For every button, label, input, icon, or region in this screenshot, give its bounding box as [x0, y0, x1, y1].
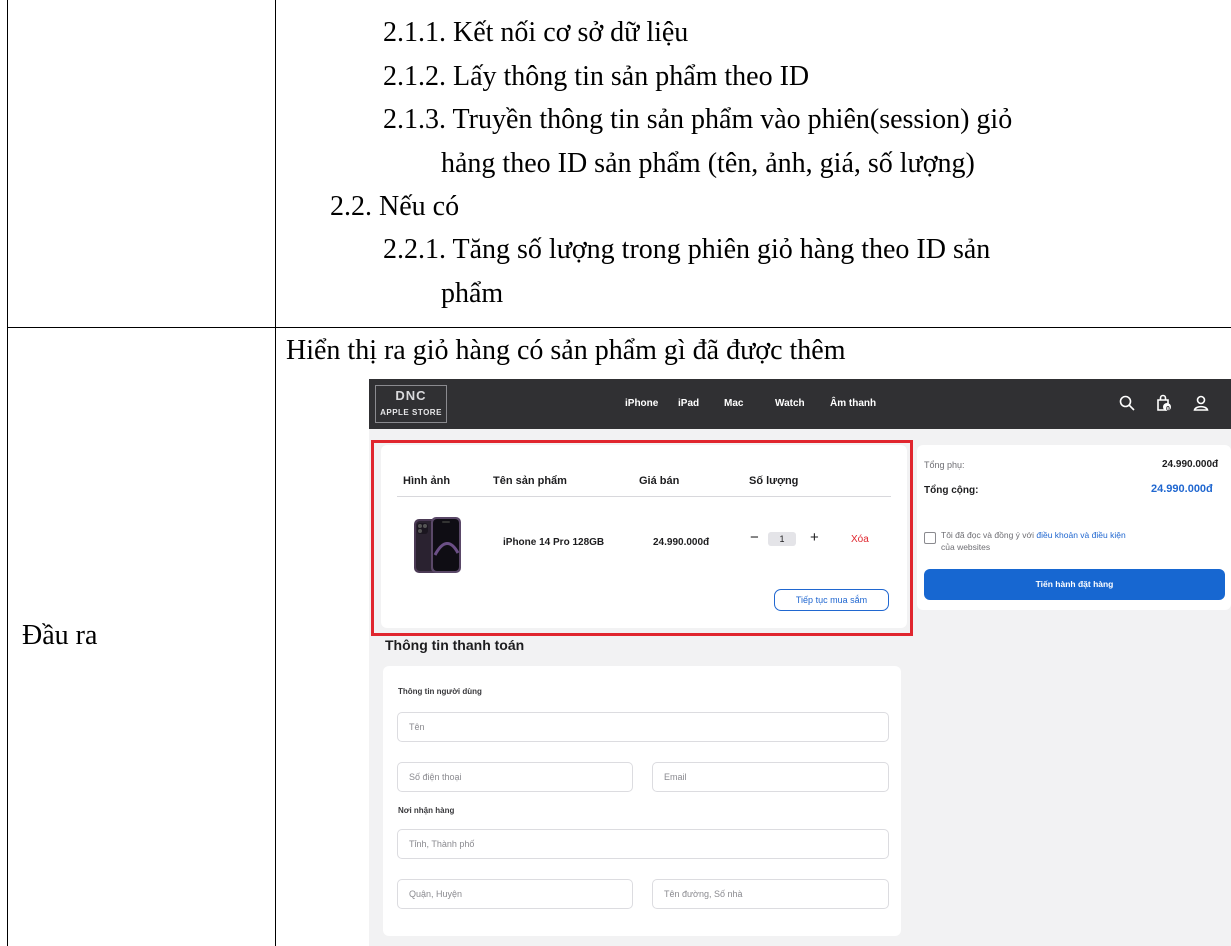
terms-prefix: Tôi đã đọc và đồng ý với [941, 530, 1037, 540]
product-image [414, 517, 461, 573]
outline-line-6: 2.2.1. Tăng số lượng trong phiên giỏ hàn… [383, 234, 991, 265]
city-field[interactable]: Tỉnh, Thành phố [397, 829, 889, 859]
street-field[interactable]: Tên đường, Số nhà [652, 879, 889, 909]
subtotal-value: 24.990.000đ [1162, 459, 1219, 470]
quantity-input[interactable]: 1 [768, 532, 796, 546]
total-value: 24.990.000đ [1151, 483, 1213, 495]
outline-line-2: 2.1.2. Lấy thông tin sản phẩm theo ID [383, 61, 810, 92]
email-field[interactable]: Email [652, 762, 889, 792]
output-description: Hiển thị ra giỏ hàng có sản phẩm gì đã đ… [286, 335, 846, 366]
nav-item-ipad[interactable]: iPad [678, 398, 699, 409]
top-navigation-bar: DNC APPLE STORE iPhone iPad Mac Watch Âm… [369, 379, 1231, 429]
delivery-address-label: Nơi nhận hàng [398, 806, 455, 815]
nav-item-mac[interactable]: Mac [724, 398, 743, 409]
nav-item-audio[interactable]: Âm thanh [830, 398, 876, 409]
search-icon[interactable] [1118, 394, 1136, 412]
cart-count-badge: 0 [1166, 406, 1170, 413]
product-name[interactable]: iPhone 14 Pro 128GB [503, 537, 604, 548]
table-border-left [7, 0, 8, 946]
continue-shopping-button[interactable]: Tiếp tục mua sắm [774, 589, 889, 611]
column-header-price: Giá bán [639, 475, 680, 487]
quantity-increase-button[interactable]: + [810, 529, 819, 546]
outline-line-4: hảng theo ID sản phẩm (tên, ảnh, giá, số… [441, 148, 975, 179]
table-row-divider [7, 327, 1231, 328]
logo-mark: DNC [395, 388, 427, 403]
place-order-button[interactable]: Tiến hành đặt hàng [924, 569, 1225, 600]
name-field[interactable]: Tên [397, 712, 889, 742]
outline-line-1: 2.1.1. Kết nối cơ sở dữ liệu [383, 17, 689, 48]
column-header-product-name: Tên sản phẩm [493, 475, 567, 487]
cart-page-screenshot: DNC APPLE STORE iPhone iPad Mac Watch Âm… [369, 379, 1231, 946]
total-label: Tổng cộng: [924, 485, 979, 496]
outline-line-5: 2.2. Nếu có [330, 191, 460, 222]
outline-line-7: phẩm [441, 278, 504, 309]
user-info-label: Thông tin người dùng [398, 687, 482, 696]
delete-item-button[interactable]: Xóa [851, 534, 869, 545]
quantity-decrease-button[interactable]: − [750, 529, 759, 546]
subtotal-label: Tổng phụ: [924, 460, 965, 470]
output-label: Đầu ra [22, 620, 98, 651]
column-header-image: Hình ảnh [403, 475, 451, 487]
terms-checkbox[interactable] [924, 532, 936, 544]
terms-text: Tôi đã đọc và đồng ý với điều khoản và đ… [941, 529, 1141, 553]
outline-line-3: 2.1.3. Truyền thông tin sản phẩm vào phi… [383, 104, 1013, 135]
nav-item-watch[interactable]: Watch [775, 398, 805, 409]
phone-field[interactable]: Số điện thoại [397, 762, 633, 792]
terms-suffix: của websites [941, 542, 991, 552]
column-header-quantity: Số lượng [749, 475, 799, 487]
district-field[interactable]: Quận, Huyện [397, 879, 633, 909]
user-icon[interactable] [1192, 394, 1210, 412]
payment-info-title: Thông tin thanh toán [385, 637, 525, 653]
product-price: 24.990.000đ [653, 537, 710, 548]
header-separator [397, 496, 891, 497]
table-column-divider [275, 0, 276, 946]
store-logo[interactable]: DNC APPLE STORE [375, 385, 447, 423]
logo-text: APPLE STORE [380, 408, 442, 417]
terms-link[interactable]: điều khoản và điều kiện [1036, 530, 1125, 540]
nav-item-iphone[interactable]: iPhone [625, 398, 658, 409]
